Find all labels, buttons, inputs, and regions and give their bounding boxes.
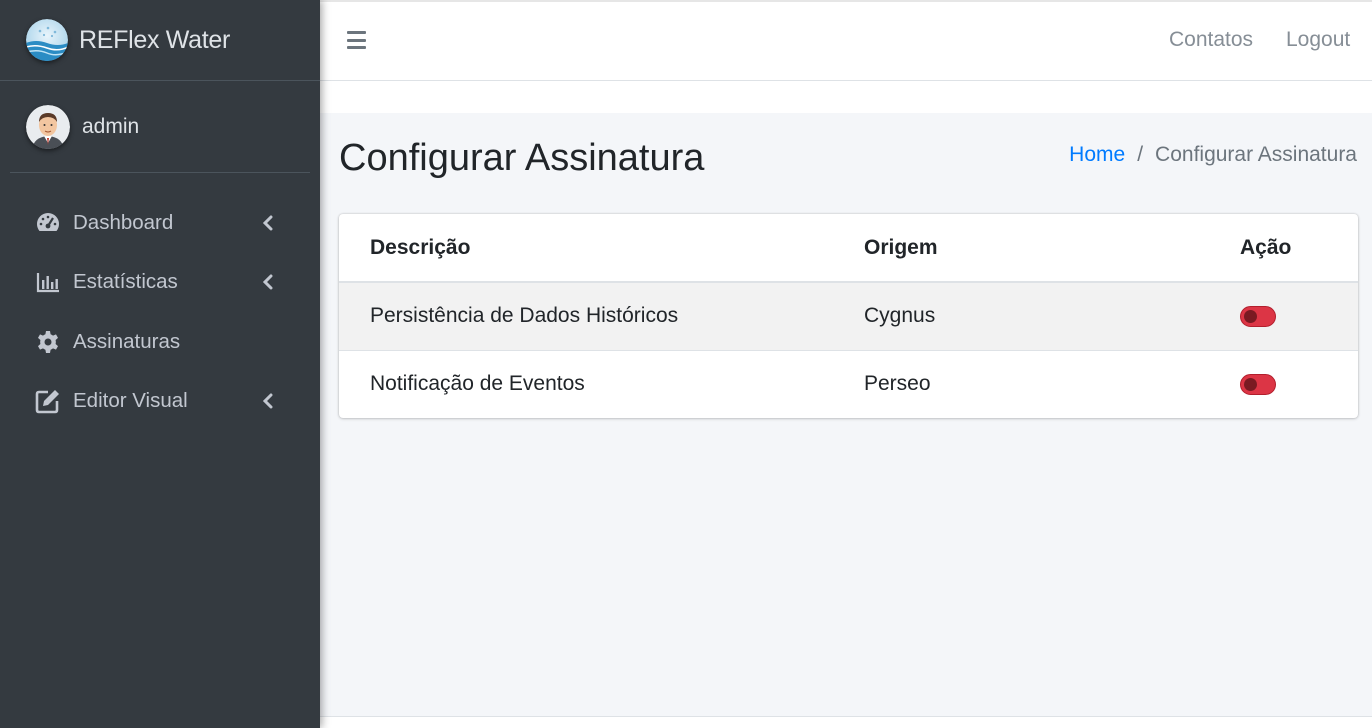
sidebar-nav: Dashboard Estatísticas Assinaturas Edito… [0,173,320,431]
footer [320,716,1372,728]
cell-acao [1240,282,1358,351]
sidebar: REFlex Water admin Dashboard Estatística… [0,0,320,728]
page-title: Configurar Assinatura [339,137,705,179]
column-header-acao: Ação [1240,214,1358,283]
top-navbar: Contatos Logout [320,0,1372,81]
subscription-toggle[interactable] [1240,374,1276,396]
content-wrapper: Configurar Assinatura Home / Configurar … [320,113,1372,716]
cell-origem: Cygnus [833,282,1240,351]
edit-icon [35,388,61,414]
breadcrumb-home-link[interactable]: Home [1069,143,1125,167]
user-name[interactable]: admin [82,115,139,139]
content-header-strip [320,81,1372,113]
brand-name: REFlex Water [79,25,231,54]
breadcrumb: Home / Configurar Assinatura [1069,143,1357,167]
table-row: Notificação de Eventos Perseo [339,350,1358,418]
sidebar-item-label: Editor Visual [73,389,188,413]
column-header-origem: Origem [833,214,1240,283]
hamburger-icon[interactable] [347,28,369,52]
cell-descricao: Notificação de Eventos [370,372,585,396]
sidebar-item-dashboard[interactable]: Dashboard [0,193,320,253]
sidebar-item-label: Assinaturas [73,329,181,353]
sidebar-item-label: Dashboard [73,210,174,234]
contatos-link[interactable]: Contatos [1169,28,1253,52]
brand-link[interactable]: REFlex Water [0,0,320,81]
subscriptions-card: Descrição Origem Ação Persistência de Da… [339,214,1358,418]
gear-icon [35,329,61,355]
bar-chart-icon [35,269,61,295]
chevron-left-icon [261,272,275,292]
sidebar-item-label: Estatísticas [73,270,178,294]
breadcrumb-current: Configurar Assinatura [1155,143,1357,166]
brand-logo-icon [26,19,68,61]
table-header-row: Descrição Origem Ação [339,214,1358,283]
table-row: Persistência de Dados Históricos Cygnus [339,282,1358,351]
sidebar-item-editor-visual[interactable]: Editor Visual [0,372,320,432]
logout-link[interactable]: Logout [1286,28,1350,52]
user-panel[interactable]: admin [10,81,310,173]
subscriptions-table: Descrição Origem Ação Persistência de Da… [339,214,1358,418]
sidebar-item-estatisticas[interactable]: Estatísticas [0,253,320,313]
column-header-descricao: Descrição [339,214,833,283]
subscription-toggle[interactable] [1240,306,1276,328]
avatar [26,104,70,149]
tachometer-icon [35,210,61,236]
chevron-left-icon [261,213,275,233]
sidebar-item-assinaturas[interactable]: Assinaturas [0,312,320,372]
cell-acao [1240,350,1358,418]
chevron-left-icon [261,391,275,411]
breadcrumb-separator: / [1137,143,1144,166]
cell-origem: Perseo [864,372,931,396]
cell-descricao: Persistência de Dados Históricos [339,282,833,351]
